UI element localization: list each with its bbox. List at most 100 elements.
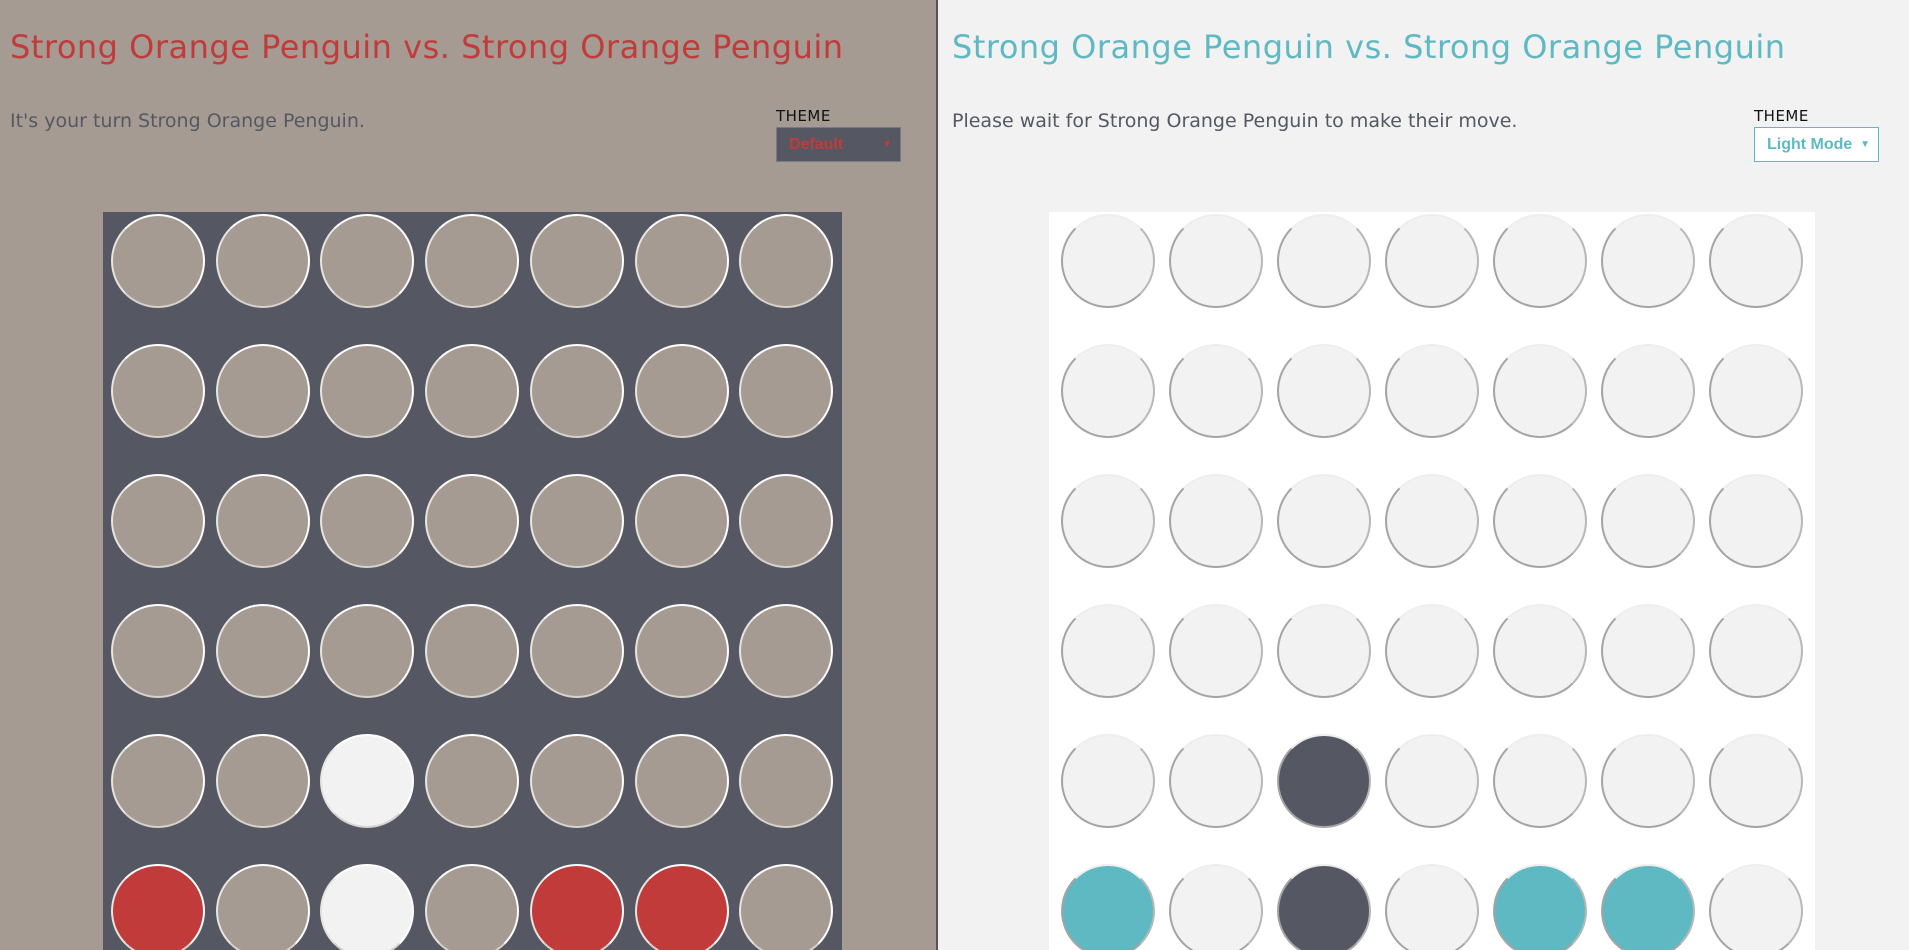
board-cell[interactable] bbox=[1601, 474, 1695, 568]
board-cell[interactable] bbox=[634, 214, 729, 308]
board-cell[interactable] bbox=[1061, 344, 1155, 438]
theme-select[interactable]: Default ▼ bbox=[776, 127, 901, 162]
game-title: Strong Orange Penguin vs. Strong Orange … bbox=[10, 28, 844, 66]
board-cell[interactable] bbox=[1061, 734, 1155, 828]
board-cell[interactable] bbox=[634, 474, 729, 568]
theme-select[interactable]: Light Mode ▼ bbox=[1754, 127, 1879, 162]
board-cell[interactable] bbox=[1493, 864, 1587, 950]
board-cell[interactable] bbox=[215, 864, 310, 950]
theme-select-value: Default bbox=[789, 135, 844, 153]
board-cell[interactable] bbox=[1277, 214, 1371, 308]
board-cell[interactable] bbox=[1169, 214, 1263, 308]
board-cell[interactable] bbox=[1061, 214, 1155, 308]
board-cell[interactable] bbox=[634, 344, 729, 438]
board-cell[interactable] bbox=[111, 604, 205, 698]
board-cell[interactable] bbox=[111, 734, 205, 828]
board-cell[interactable] bbox=[634, 734, 729, 828]
board-cell[interactable] bbox=[634, 604, 729, 698]
board-cell[interactable] bbox=[425, 474, 520, 568]
board-cell[interactable] bbox=[634, 864, 729, 950]
board-cell[interactable] bbox=[1493, 474, 1587, 568]
left-game-pane: Strong Orange Penguin vs. Strong Orange … bbox=[0, 0, 936, 950]
board-cell[interactable] bbox=[1385, 344, 1479, 438]
turn-status: Please wait for Strong Orange Penguin to… bbox=[952, 110, 1518, 132]
board-cell[interactable] bbox=[1601, 734, 1695, 828]
board-cell[interactable] bbox=[1061, 864, 1155, 950]
right-game-pane: Strong Orange Penguin vs. Strong Orange … bbox=[938, 0, 1909, 950]
board-cell[interactable] bbox=[320, 734, 415, 828]
board-cell[interactable] bbox=[739, 214, 834, 308]
board-cell[interactable] bbox=[111, 864, 205, 950]
theme-select-value: Light Mode bbox=[1767, 135, 1853, 153]
board-cell[interactable] bbox=[1061, 604, 1155, 698]
board-cell[interactable] bbox=[1493, 604, 1587, 698]
board-cell[interactable] bbox=[1061, 474, 1155, 568]
board-cell[interactable] bbox=[1277, 734, 1371, 828]
board-cell[interactable] bbox=[529, 344, 624, 438]
board-cell[interactable] bbox=[1601, 214, 1695, 308]
board-cell[interactable] bbox=[1709, 604, 1803, 698]
board-cell[interactable] bbox=[1709, 214, 1803, 308]
chevron-down-icon: ▼ bbox=[1860, 139, 1870, 150]
board-cell[interactable] bbox=[739, 474, 834, 568]
board-cell[interactable] bbox=[1169, 864, 1263, 950]
board-cell[interactable] bbox=[1493, 734, 1587, 828]
board-cell[interactable] bbox=[1709, 864, 1803, 950]
board-cell[interactable] bbox=[1709, 344, 1803, 438]
theme-label: THEME bbox=[776, 107, 831, 125]
board-cell[interactable] bbox=[215, 734, 310, 828]
board-cell[interactable] bbox=[425, 214, 520, 308]
board-cell[interactable] bbox=[1601, 344, 1695, 438]
game-board bbox=[1049, 212, 1815, 950]
board-cell[interactable] bbox=[529, 214, 624, 308]
board-cell[interactable] bbox=[1385, 734, 1479, 828]
board-cell[interactable] bbox=[1601, 604, 1695, 698]
board-cell[interactable] bbox=[1169, 604, 1263, 698]
board-cell[interactable] bbox=[111, 344, 205, 438]
board-cell[interactable] bbox=[320, 214, 415, 308]
board-cell[interactable] bbox=[215, 214, 310, 308]
board-cell[interactable] bbox=[739, 864, 834, 950]
board-cell[interactable] bbox=[215, 474, 310, 568]
board-cell[interactable] bbox=[1277, 344, 1371, 438]
game-board bbox=[103, 212, 842, 950]
board-cell[interactable] bbox=[215, 344, 310, 438]
board-cell[interactable] bbox=[215, 604, 310, 698]
board-cell[interactable] bbox=[739, 344, 834, 438]
board-cell[interactable] bbox=[739, 604, 834, 698]
board-cell[interactable] bbox=[1709, 734, 1803, 828]
board-cell[interactable] bbox=[1709, 474, 1803, 568]
board-cell[interactable] bbox=[529, 604, 624, 698]
board-cell[interactable] bbox=[425, 734, 520, 828]
board-cell[interactable] bbox=[425, 864, 520, 950]
board-cell[interactable] bbox=[111, 474, 205, 568]
chevron-down-icon: ▼ bbox=[882, 139, 892, 150]
board-cell[interactable] bbox=[1277, 604, 1371, 698]
board-cell[interactable] bbox=[529, 734, 624, 828]
game-title: Strong Orange Penguin vs. Strong Orange … bbox=[952, 28, 1786, 66]
board-cell[interactable] bbox=[1169, 474, 1263, 568]
theme-label: THEME bbox=[1754, 107, 1809, 125]
theme-control: THEME Default ▼ bbox=[776, 107, 901, 162]
board-cell[interactable] bbox=[1385, 474, 1479, 568]
board-cell[interactable] bbox=[320, 474, 415, 568]
board-cell[interactable] bbox=[1385, 864, 1479, 950]
board-cell[interactable] bbox=[1385, 604, 1479, 698]
board-cell[interactable] bbox=[1169, 344, 1263, 438]
board-cell[interactable] bbox=[1277, 474, 1371, 568]
board-cell[interactable] bbox=[1277, 864, 1371, 950]
board-cell[interactable] bbox=[320, 344, 415, 438]
board-cell[interactable] bbox=[529, 474, 624, 568]
board-cell[interactable] bbox=[1493, 344, 1587, 438]
board-cell[interactable] bbox=[1385, 214, 1479, 308]
board-cell[interactable] bbox=[739, 734, 834, 828]
board-cell[interactable] bbox=[1169, 734, 1263, 828]
board-cell[interactable] bbox=[1601, 864, 1695, 950]
board-cell[interactable] bbox=[425, 604, 520, 698]
board-cell[interactable] bbox=[111, 214, 205, 308]
board-cell[interactable] bbox=[320, 604, 415, 698]
board-cell[interactable] bbox=[425, 344, 520, 438]
board-cell[interactable] bbox=[320, 864, 415, 950]
board-cell[interactable] bbox=[1493, 214, 1587, 308]
board-cell[interactable] bbox=[529, 864, 624, 950]
